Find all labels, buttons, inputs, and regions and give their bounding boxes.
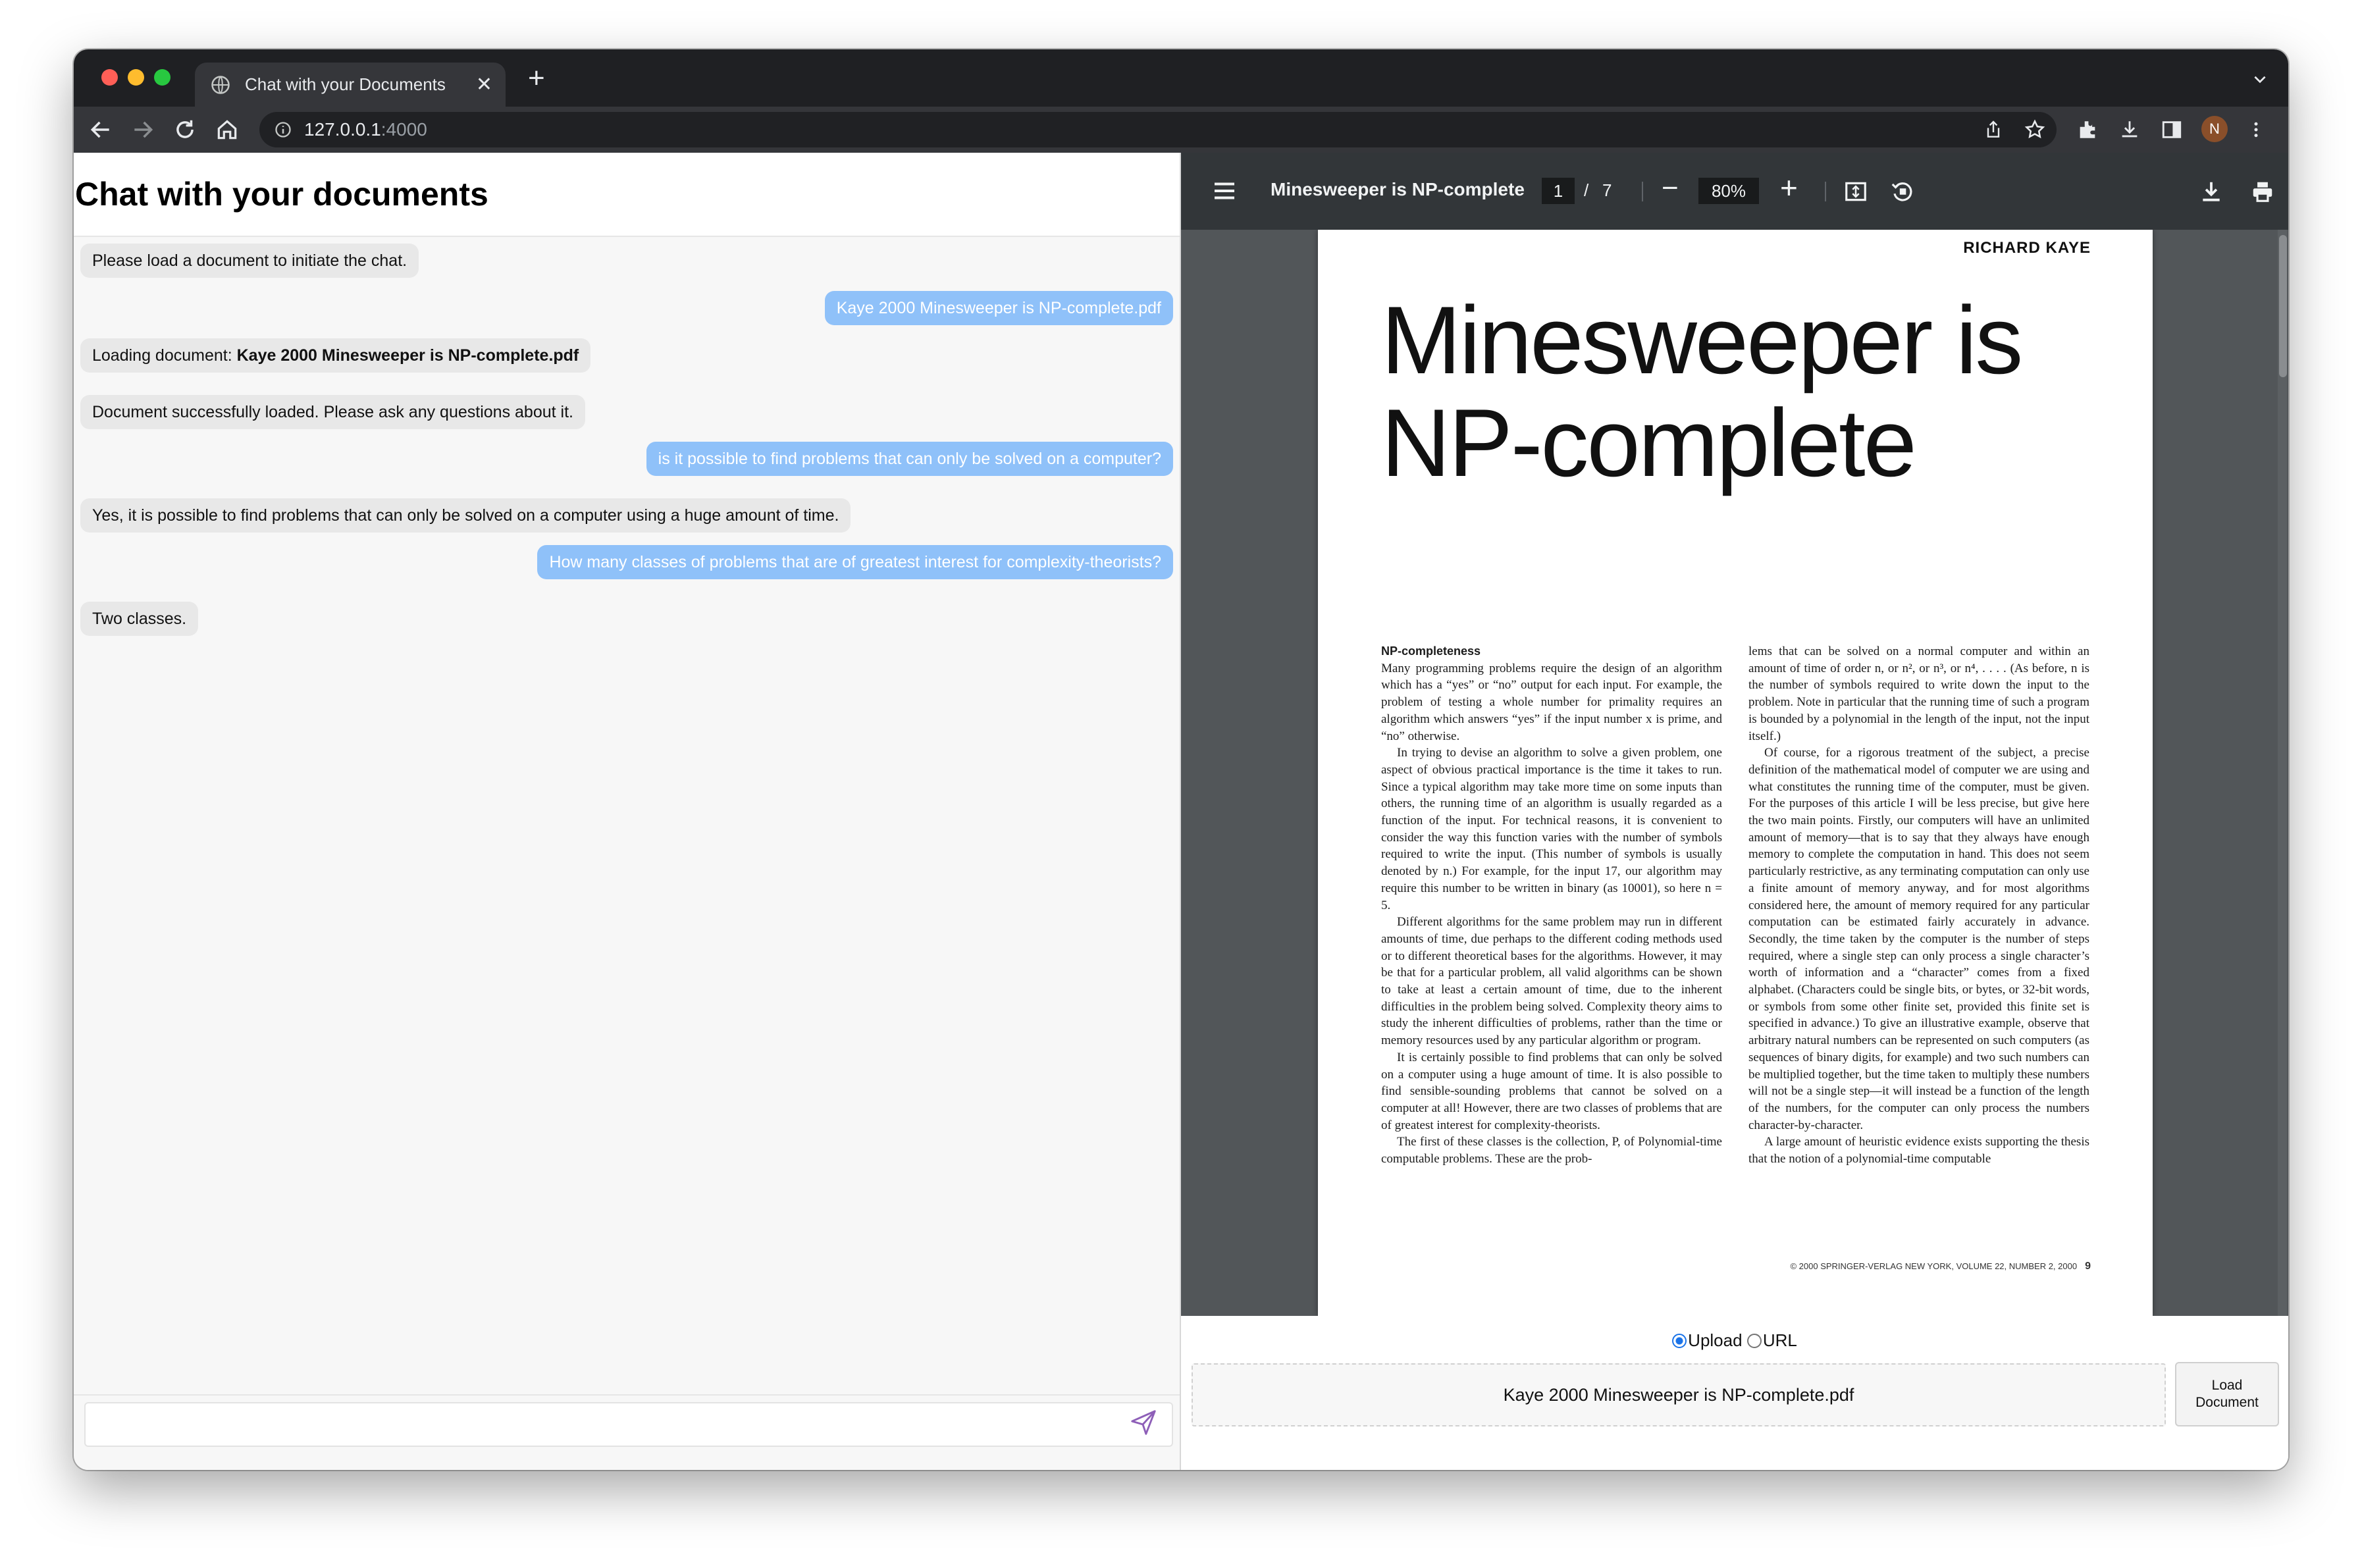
bot-message: Two classes. <box>80 602 199 636</box>
selected-file-name: Kaye 2000 Minesweeper is NP-complete.pdf <box>1503 1384 1854 1405</box>
article-paragraph: A large amount of heuristic evidence exi… <box>1748 1135 2089 1166</box>
fit-page-icon[interactable] <box>1843 179 1868 204</box>
article-paragraph: Many programming problems require the de… <box>1381 661 1722 743</box>
browser-window: Chat with your Documents ✕ + 127.0.0.1:4 <box>74 49 2288 1470</box>
article-paragraph: It is certainly possible to find problem… <box>1381 1050 1722 1132</box>
url-host: 127.0.0.1 <box>304 119 381 140</box>
page-separator: / <box>1584 180 1589 200</box>
article-paragraph: Of course, for a rigorous treatment of t… <box>1748 746 2089 1132</box>
tab-search-icon[interactable] <box>2251 70 2269 88</box>
bot-message: Yes, it is possible to find problems tha… <box>80 498 851 533</box>
close-window-button[interactable] <box>101 69 118 86</box>
zoom-level-input[interactable]: 80% <box>1698 178 1759 204</box>
minimize-window-button[interactable] <box>128 69 144 86</box>
chat-input[interactable] <box>84 1402 1173 1447</box>
forward-icon[interactable] <box>130 117 155 142</box>
url-port: :4000 <box>381 119 427 140</box>
copyright-line: © 2000 SPRINGER-VERLAG NEW YORK, VOLUME … <box>1790 1261 2078 1271</box>
load-document-button[interactable]: Load Document <box>2175 1362 2279 1426</box>
toolbar-divider <box>1642 182 1643 201</box>
rotate-icon[interactable] <box>1889 179 1914 204</box>
pdf-toolbar: Minesweeper is NP-complete 1 / 7 − 80% + <box>1181 153 2288 230</box>
chat-pane: Chat with your documents Please load a d… <box>74 153 1181 1470</box>
pdf-pane: Minesweeper is NP-complete 1 / 7 − 80% + <box>1181 153 2288 1470</box>
upload-radio[interactable] <box>1672 1334 1687 1348</box>
page-content: Chat with your documents Please load a d… <box>74 153 2288 1470</box>
section-heading: NP-completeness <box>1381 644 1481 658</box>
upload-radio-label[interactable]: Upload <box>1688 1330 1742 1350</box>
bookmark-star-icon[interactable] <box>2024 117 2046 142</box>
article-paragraph: In trying to devise an algorithm to solv… <box>1381 746 1722 912</box>
share-icon[interactable] <box>1983 117 2004 142</box>
downloads-icon[interactable] <box>2118 117 2141 142</box>
download-icon[interactable] <box>2199 179 2224 204</box>
tab-close-icon[interactable]: ✕ <box>476 74 492 95</box>
globe-icon <box>211 75 230 94</box>
side-panel-icon[interactable] <box>2161 117 2183 142</box>
extensions-icon[interactable] <box>2076 117 2099 142</box>
bot-message: Document successfully loaded. Please ask… <box>80 395 585 429</box>
article-paragraph: Different algorithms for the same proble… <box>1381 915 1722 1048</box>
send-icon[interactable] <box>1128 1407 1159 1438</box>
tab-strip: Chat with your Documents ✕ + <box>74 49 2288 107</box>
article-title: Minesweeper is NP-complete <box>1381 289 2105 494</box>
pdf-document-title: Minesweeper is NP-complete <box>1271 179 1525 199</box>
maximize-window-button[interactable] <box>154 69 171 86</box>
url-radio-label[interactable]: URL <box>1763 1330 1797 1350</box>
input-divider <box>74 1394 1180 1396</box>
page-number-input[interactable]: 1 <box>1542 178 1575 204</box>
page-total: 7 <box>1602 180 1612 200</box>
browser-toolbar: 127.0.0.1:4000 N <box>74 107 2288 153</box>
toolbar-divider <box>1825 182 1826 201</box>
browser-tab[interactable]: Chat with your Documents ✕ <box>195 63 506 107</box>
document-loader: Upload URL Kaye 2000 Minesweeper is NP-c… <box>1181 1316 2288 1470</box>
article-paragraph: The first of these classes is the collec… <box>1381 1135 1722 1166</box>
profile-avatar[interactable]: N <box>2201 116 2228 142</box>
bot-message: Please load a document to initiate the c… <box>80 244 419 278</box>
menu-icon[interactable] <box>1213 180 1236 201</box>
page-footer: © 2000 SPRINGER-VERLAG NEW YORK, VOLUME … <box>1790 1261 2091 1272</box>
back-icon[interactable] <box>88 117 113 142</box>
pdf-scrollbar[interactable] <box>2278 230 2287 1316</box>
browser-menu-icon[interactable] <box>2246 117 2266 142</box>
bot-message: Loading document: Kaye 2000 Minesweeper … <box>80 338 591 373</box>
chat-header: Chat with your documents <box>74 153 1180 237</box>
load-button-label: Load <box>2211 1378 2243 1393</box>
address-bar[interactable]: 127.0.0.1:4000 <box>259 112 2057 147</box>
home-icon[interactable] <box>215 117 240 142</box>
pdf-scrollbar-thumb[interactable] <box>2279 235 2287 377</box>
tab-title: Chat with your Documents <box>245 74 446 94</box>
user-message: How many classes of problems that are of… <box>537 545 1173 579</box>
article-author: RICHARD KAYE <box>1963 239 2091 257</box>
site-info-icon[interactable] <box>274 120 292 139</box>
article-title-line: NP-complete <box>1381 389 1917 496</box>
reload-icon[interactable] <box>172 117 197 142</box>
pdf-viewport[interactable]: RICHARD KAYE Minesweeper is NP-complete … <box>1181 230 2288 1316</box>
article-title-line: Minesweeper is <box>1381 286 2023 394</box>
article-paragraph: lems that can be solved on a normal comp… <box>1748 644 2089 743</box>
zoom-in-button[interactable]: + <box>1780 172 1798 203</box>
loading-filename: Kaye 2000 Minesweeper is NP-complete.pdf <box>236 346 579 365</box>
file-drop-zone[interactable]: Kaye 2000 Minesweeper is NP-complete.pdf <box>1192 1363 2166 1426</box>
article-column-left: NP-completeness Many programming problem… <box>1381 643 1722 1168</box>
user-message: Kaye 2000 Minesweeper is NP-complete.pdf <box>824 291 1173 325</box>
source-selector: Upload URL <box>1181 1330 2288 1351</box>
url-radio[interactable] <box>1746 1334 1762 1348</box>
page-title: Chat with your documents <box>75 176 488 213</box>
zoom-out-button[interactable]: − <box>1662 174 1679 203</box>
load-button-label: Document <box>2195 1395 2259 1410</box>
printed-page-number: 9 <box>2085 1261 2091 1272</box>
print-icon[interactable] <box>2250 179 2275 204</box>
loading-prefix: Loading document: <box>92 346 237 365</box>
new-tab-button[interactable]: + <box>528 64 545 93</box>
pdf-page: RICHARD KAYE Minesweeper is NP-complete … <box>1318 230 2153 1316</box>
user-message: is it possible to find problems that can… <box>646 442 1173 476</box>
article-column-right: lems that can be solved on a normal comp… <box>1748 643 2089 1168</box>
